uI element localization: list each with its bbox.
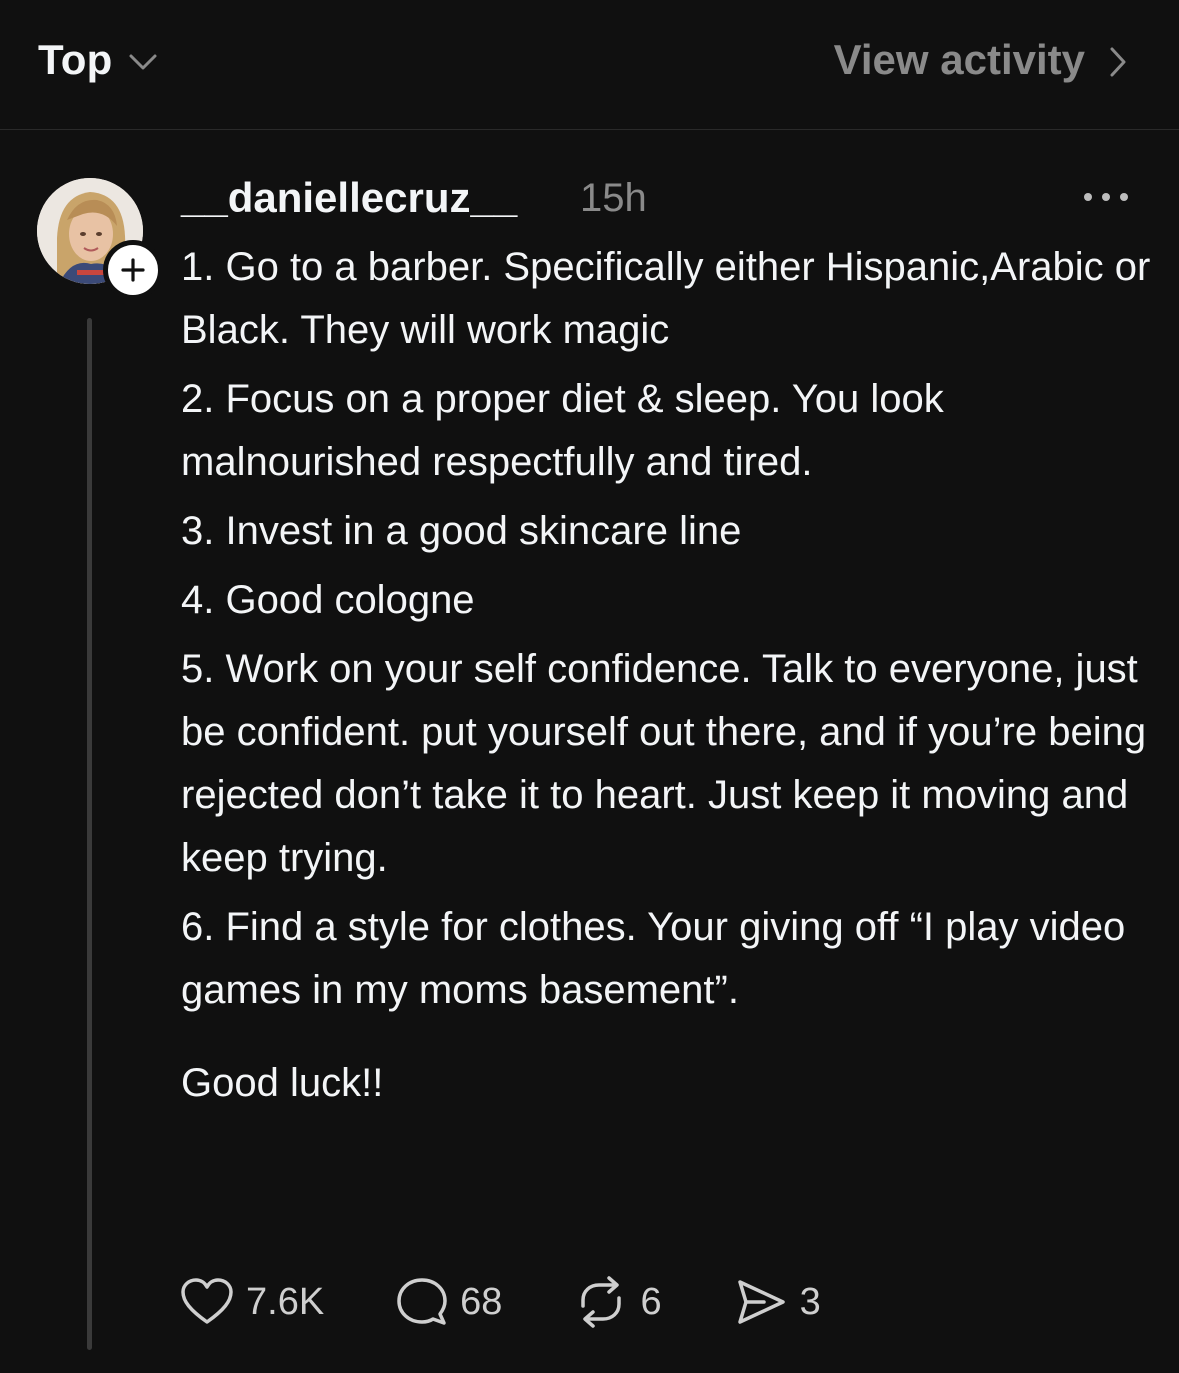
view-activity-label: View activity [833,36,1085,83]
sort-label: Top [38,36,113,83]
view-activity-link[interactable]: View activity [834,36,1127,84]
ellipsis-icon [1084,193,1128,201]
share-button[interactable]: 3 [734,1277,821,1327]
post-body-item-1: 1. Go to a barber. Specifically either H… [181,245,1162,352]
repost-icon [581,1276,622,1328]
chevron-down-icon [129,54,157,70]
reply-count: 68 [460,1280,503,1323]
sort-dropdown[interactable]: Top [38,36,158,84]
reply-button[interactable]: 68 [396,1276,502,1328]
like-button[interactable]: 7.6K [180,1277,324,1327]
more-options-button[interactable] [1076,182,1136,212]
share-count: 3 [799,1280,821,1323]
action-bar: 7.6K 68 6 3 [180,1274,893,1330]
chevron-right-icon [1110,47,1126,77]
post-body-item-6: 6. Find a style for clothes. Your giving… [181,905,1137,1012]
reply-post: __daniellecruz__ 15h 1. Go to a barber. … [0,130,1179,1373]
timestamp: 15h [580,176,647,220]
follow-button[interactable] [103,240,163,300]
plus-icon [121,258,145,282]
post-body-item-3: 3. Invest in a good skincare line [181,509,742,553]
repost-button[interactable]: 6 [574,1276,662,1328]
post-signoff: Good luck!! [181,1061,384,1105]
like-count: 7.6K [246,1280,325,1323]
comment-icon [397,1278,447,1325]
post-body-item-2: 2. Focus on a proper diet & sleep. You l… [181,377,955,484]
post-body-item-5: 5. Work on your self confidence. Talk to… [181,647,1158,880]
post-body-item-4: 4. Good cologne [181,578,475,622]
repost-count: 6 [640,1280,662,1323]
send-icon [737,1280,785,1324]
thread-line [87,318,92,1350]
top-bar: Top View activity [0,0,1179,130]
username[interactable]: __daniellecruz__ [181,174,517,222]
post-body: 1. Go to a barber. Specifically either H… [181,236,1151,1115]
avatar-container[interactable] [37,178,163,300]
heart-icon [181,1278,233,1324]
